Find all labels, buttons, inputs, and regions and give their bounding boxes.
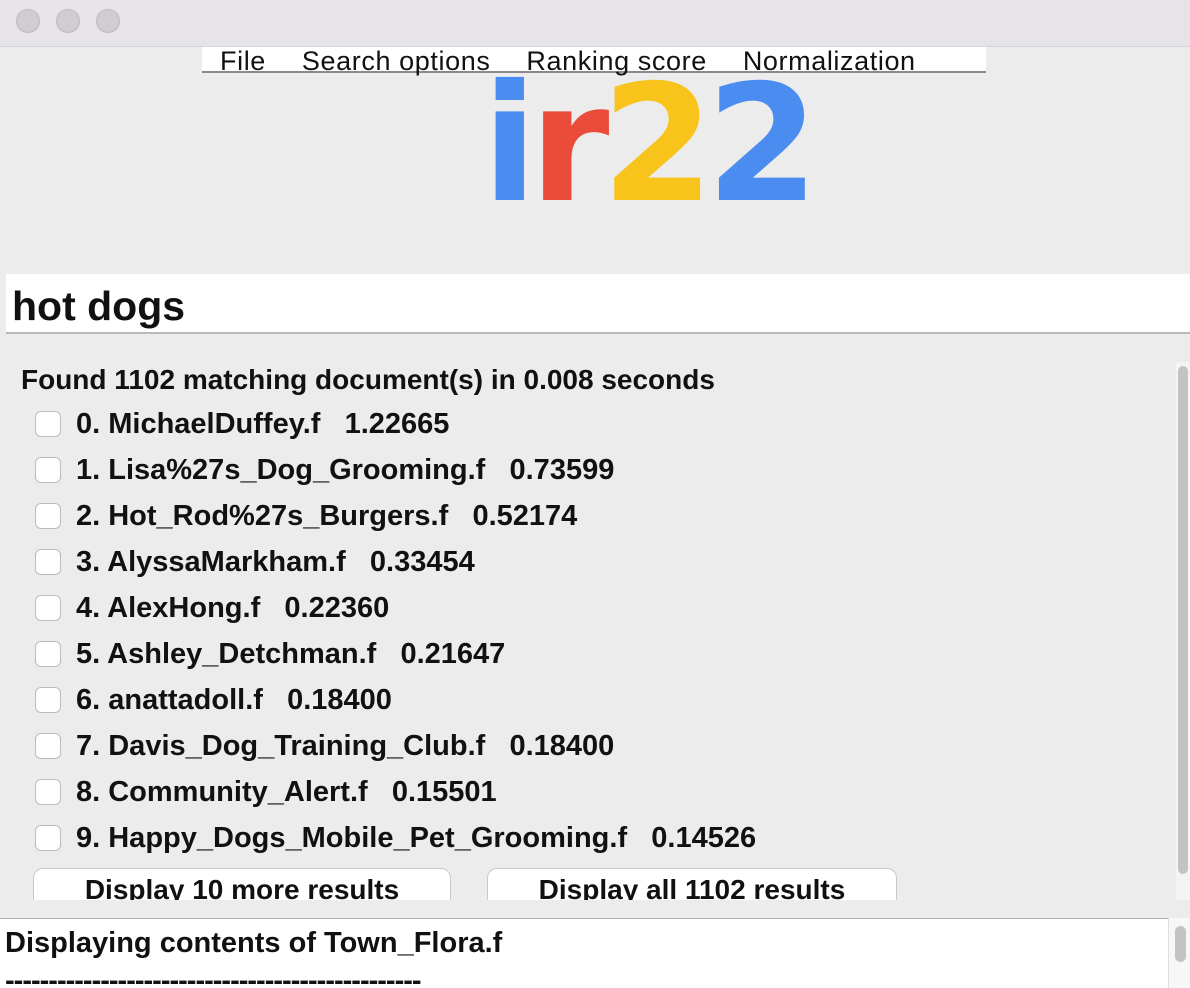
- result-checkbox[interactable]: [35, 503, 61, 529]
- result-checkbox[interactable]: [35, 733, 61, 759]
- close-window-icon[interactable]: [16, 9, 40, 33]
- result-row[interactable]: 1. Lisa%27s_Dog_Grooming.f 0.73599: [35, 450, 614, 490]
- result-row[interactable]: 3. AlyssaMarkham.f 0.33454: [35, 542, 475, 582]
- minimize-window-icon[interactable]: [56, 9, 80, 33]
- result-row[interactable]: 5. Ashley_Detchman.f 0.21647: [35, 634, 505, 674]
- result-checkbox[interactable]: [35, 687, 61, 713]
- logo-digit-2b: 2: [706, 51, 819, 239]
- app-logo: ir22: [482, 51, 819, 239]
- result-row[interactable]: 8. Community_Alert.f 0.15501: [35, 772, 497, 812]
- result-row[interactable]: 2. Hot_Rod%27s_Burgers.f 0.52174: [35, 496, 577, 536]
- display-more-results-button[interactable]: Display 10 more results: [33, 868, 451, 900]
- result-checkbox[interactable]: [35, 457, 61, 483]
- result-checkbox[interactable]: [35, 549, 61, 575]
- result-label: 4. AlexHong.f 0.22360: [76, 591, 390, 624]
- results-scrollbar[interactable]: [1176, 362, 1190, 900]
- menu-file[interactable]: File: [220, 46, 266, 76]
- contents-scrollbar[interactable]: [1168, 918, 1190, 988]
- result-row[interactable]: 7. Davis_Dog_Training_Club.f 0.18400: [35, 726, 614, 766]
- logo-letter-i: i: [482, 51, 537, 239]
- search-input[interactable]: [6, 274, 1190, 334]
- result-checkbox[interactable]: [35, 595, 61, 621]
- menu-search-options[interactable]: Search options: [302, 46, 491, 76]
- result-label: 1. Lisa%27s_Dog_Grooming.f 0.73599: [76, 453, 615, 486]
- result-checkbox[interactable]: [35, 779, 61, 805]
- logo-letter-r: r: [529, 51, 610, 239]
- result-label: 7. Davis_Dog_Training_Club.f 0.18400: [76, 729, 615, 762]
- document-contents-panel: Displaying contents of Town_Flora.f ----…: [0, 918, 1190, 988]
- result-row[interactable]: 0. MichaelDuffey.f 1.22665: [35, 404, 449, 444]
- result-label: 3. AlyssaMarkham.f 0.33454: [76, 545, 475, 578]
- result-row[interactable]: 9. Happy_Dogs_Mobile_Pet_Grooming.f 0.14…: [35, 818, 756, 858]
- document-contents-title: Displaying contents of Town_Flora.f: [5, 927, 503, 959]
- app-window: File Search options Ranking score Normal…: [0, 0, 1190, 988]
- result-checkbox[interactable]: [35, 411, 61, 437]
- result-label: 6. anattadoll.f 0.18400: [76, 683, 392, 716]
- results-summary: Found 1102 matching document(s) in 0.008…: [21, 364, 715, 395]
- logo-digit-2a: 2: [601, 51, 714, 239]
- result-label: 0. MichaelDuffey.f 1.22665: [76, 407, 450, 440]
- display-all-results-button[interactable]: Display all 1102 results: [487, 868, 897, 900]
- result-label: 8. Community_Alert.f 0.15501: [76, 775, 497, 808]
- result-row[interactable]: 6. anattadoll.f 0.18400: [35, 680, 392, 720]
- title-bar: [0, 0, 1190, 47]
- result-row[interactable]: 4. AlexHong.f 0.22360: [35, 588, 389, 628]
- contents-scroll-thumb[interactable]: [1175, 926, 1186, 962]
- result-label: 5. Ashley_Detchman.f 0.21647: [76, 637, 506, 670]
- result-checkbox[interactable]: [35, 825, 61, 851]
- result-label: 9. Happy_Dogs_Mobile_Pet_Grooming.f 0.14…: [76, 821, 757, 854]
- result-label: 2. Hot_Rod%27s_Burgers.f 0.52174: [76, 499, 578, 532]
- result-checkbox[interactable]: [35, 641, 61, 667]
- results-panel: Found 1102 matching document(s) in 0.008…: [19, 362, 1171, 900]
- results-scroll-thumb[interactable]: [1178, 366, 1188, 874]
- document-contents-divider: ----------------------------------------…: [5, 965, 422, 988]
- zoom-window-icon[interactable]: [96, 9, 120, 33]
